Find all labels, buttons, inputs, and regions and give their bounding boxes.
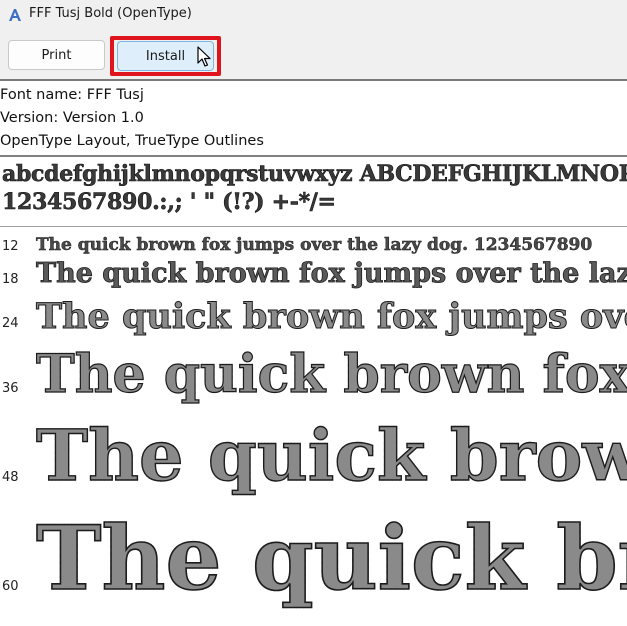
- sample-row-12: 12 The quick brown fox jumps over the la…: [0, 232, 627, 260]
- charset-letters: abcdefghijklmnopqrstuvwxyz ABCDEFGHIJKLM…: [2, 161, 627, 188]
- sample-row-24: 24 The quick brown fox jumps over the la…: [0, 296, 627, 346]
- sample-size-label: 60: [2, 579, 19, 594]
- font-version-line: Version: Version 1.0: [0, 110, 144, 126]
- sample-text: The quick brown fox jumps over the lazy …: [36, 235, 593, 256]
- sample-row-48: 48 The quick brown fox jumps over the la…: [0, 414, 627, 506]
- sample-row-60: 60 The quick brown fox jumps over the la…: [0, 506, 627, 626]
- sample-text: The quick brown fox jumps over the lazy …: [35, 506, 627, 611]
- font-name-line: Font name: FFF Tusj: [0, 87, 144, 103]
- toolbar: Print Install: [0, 31, 627, 81]
- sample-size-label: 24: [2, 316, 19, 331]
- character-set: abcdefghijklmnopqrstuvwxyz ABCDEFGHIJKLM…: [2, 160, 627, 216]
- print-button[interactable]: Print: [8, 40, 105, 70]
- sample-size-label: 36: [2, 381, 19, 396]
- divider: [0, 155, 627, 157]
- sample-text: The quick brown fox jumps over the lazy …: [35, 414, 627, 498]
- divider: [0, 226, 627, 227]
- mouse-pointer-icon: [197, 46, 211, 67]
- sample-size-label: 48: [2, 470, 19, 485]
- sample-text: The quick brown fox jumps over the lazy …: [35, 296, 627, 338]
- sample-row-36: 36 The quick brown fox jumps over the la…: [0, 344, 627, 416]
- sample-size-label: 18: [2, 272, 19, 287]
- font-viewer-app-icon: [9, 9, 21, 21]
- charset-symbols: 1234567890.:,; ' " (!?) +-*/=: [2, 189, 336, 216]
- font-type-line: OpenType Layout, TrueType Outlines: [0, 133, 264, 149]
- sample-text: The quick brown fox jumps over the lazy …: [35, 344, 627, 406]
- sample-size-label: 12: [2, 239, 19, 254]
- window-title: FFF Tusj Bold (OpenType): [29, 6, 192, 21]
- sample-row-18: 18 The quick brown fox jumps over the la…: [0, 258, 627, 298]
- font-info: Font name: FFF Tusj Version: Version 1.0…: [0, 84, 264, 153]
- sample-text: The quick brown fox jumps over the lazy …: [36, 258, 627, 289]
- title-bar: FFF Tusj Bold (OpenType): [0, 0, 627, 31]
